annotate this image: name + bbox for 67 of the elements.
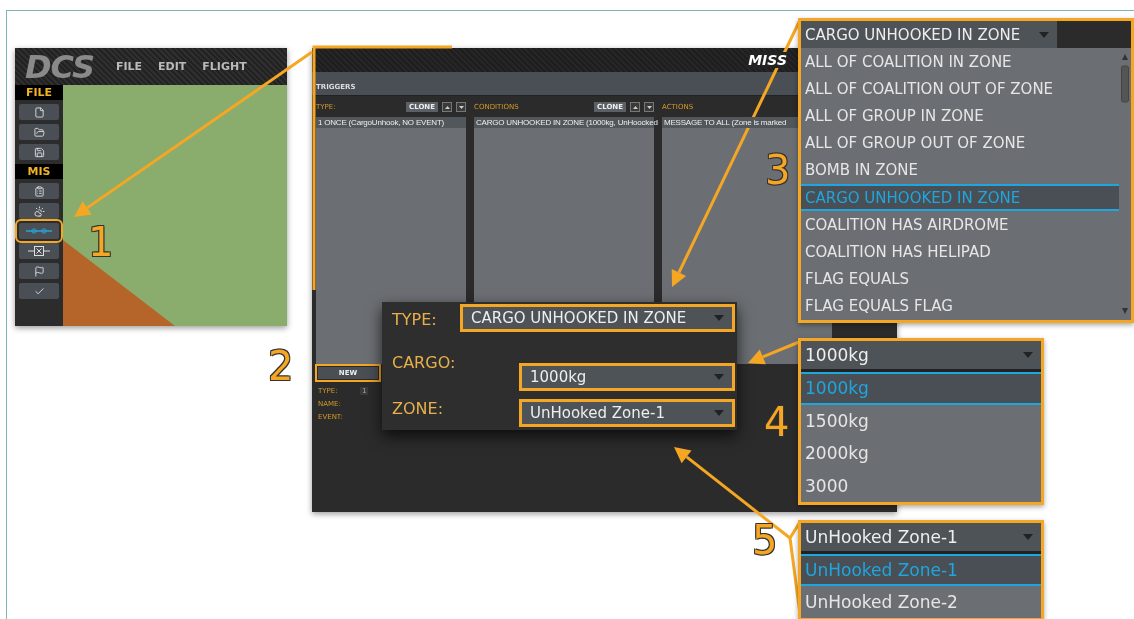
callout-number: 3 <box>765 150 791 190</box>
dropdown-option[interactable]: UnHooked Zone-1 <box>801 554 1041 586</box>
weather-icon <box>33 205 45 217</box>
trigger-icon <box>25 227 53 235</box>
logo: DCS <box>25 47 94 86</box>
dropdown-option[interactable]: BOMB IN ZONE <box>801 156 1119 184</box>
tool-button[interactable] <box>19 183 59 199</box>
tool-button[interactable] <box>19 243 59 259</box>
menu-item[interactable]: FILE <box>115 60 143 73</box>
dropdown-option[interactable]: ALL OF GROUP OUT OF ZONE <box>801 129 1119 157</box>
caret-icon <box>1023 534 1033 540</box>
flag-icon <box>33 265 45 277</box>
menu-item[interactable]: FLIGHT <box>202 60 247 73</box>
list-item[interactable]: 1 ONCE (CargoUnhook, NO EVENT) <box>316 117 466 128</box>
dropdown-option[interactable]: FLAG EQUALS <box>801 265 1119 293</box>
caret-icon <box>1023 352 1033 358</box>
section-title: FILE <box>15 85 63 100</box>
up-arrow-icon <box>632 105 638 109</box>
caret-icon <box>714 409 724 416</box>
move-down-button[interactable] <box>456 102 466 112</box>
dropdown-field[interactable]: UnHooked Zone-1 <box>801 523 1041 554</box>
field-label: ZONE: <box>392 398 445 420</box>
callout-number: 1 <box>88 222 114 262</box>
dropdown-option[interactable]: COALITION HAS AIRDROME <box>801 211 1119 239</box>
check-icon <box>33 285 45 297</box>
tool-button[interactable] <box>19 104 59 120</box>
dropdown-option[interactable]: 2000kg <box>801 437 1041 470</box>
tool-button[interactable] <box>19 263 59 279</box>
callout-number: 2 <box>268 346 294 386</box>
new-file-icon <box>33 106 45 118</box>
section-title: MIS <box>15 164 63 179</box>
dropdown-option[interactable]: COALITION HAS HELIPAD <box>801 238 1119 266</box>
down-arrow-icon <box>646 105 652 109</box>
move-down-button[interactable] <box>644 102 654 112</box>
dropdown-field[interactable]: CARGO UNHOOKED IN ZONE <box>460 304 735 332</box>
menu-item[interactable]: EDIT <box>158 60 187 73</box>
save-icon <box>33 146 45 158</box>
tool-button[interactable] <box>19 124 59 140</box>
clipboard-icon <box>33 185 45 197</box>
caret-icon <box>714 315 724 321</box>
callout-number: 5 <box>752 520 778 560</box>
callout-number: 4 <box>764 402 790 442</box>
dropdown-field[interactable]: 1000kg <box>519 363 735 392</box>
dropdown-field[interactable]: UnHooked Zone-1 <box>519 398 735 427</box>
grid-target-icon <box>27 246 51 256</box>
move-up-button[interactable] <box>442 102 452 112</box>
tool-button[interactable] <box>19 203 59 219</box>
caret-icon <box>714 374 724 381</box>
up-arrow-icon <box>444 105 450 109</box>
dropdown-option[interactable]: 1000kg <box>801 372 1041 405</box>
dropdown-option[interactable]: FLAG EQUALS FLAG <box>801 292 1119 320</box>
move-up-button[interactable] <box>630 102 640 112</box>
down-arrow-icon <box>458 105 464 109</box>
dropdown-option[interactable]: UnHooked Zone-2 <box>801 586 1041 618</box>
dropdown-option[interactable]: CARGO UNHOOKED IN ZONE <box>801 183 1119 212</box>
field-label: CARGO: <box>392 352 456 375</box>
dropdown-option[interactable]: 3000 <box>801 469 1041 502</box>
tool-button[interactable] <box>19 144 59 160</box>
dropdown-option[interactable]: 1500kg <box>801 404 1041 437</box>
dropdown-field[interactable]: CARGO UNHOOKED IN ZONE <box>801 21 1057 48</box>
field-label: TYPE: <box>392 309 438 331</box>
window-title: MISS <box>748 52 787 68</box>
caret-icon <box>1039 31 1049 38</box>
dropdown-option[interactable]: ALL OF COALITION IN ZONE <box>801 48 1119 76</box>
open-folder-icon <box>33 126 45 138</box>
dropdown-field[interactable]: 1000kg <box>801 341 1041 372</box>
dropdown-option[interactable]: ALL OF COALITION OUT OF ZONE <box>801 75 1119 103</box>
